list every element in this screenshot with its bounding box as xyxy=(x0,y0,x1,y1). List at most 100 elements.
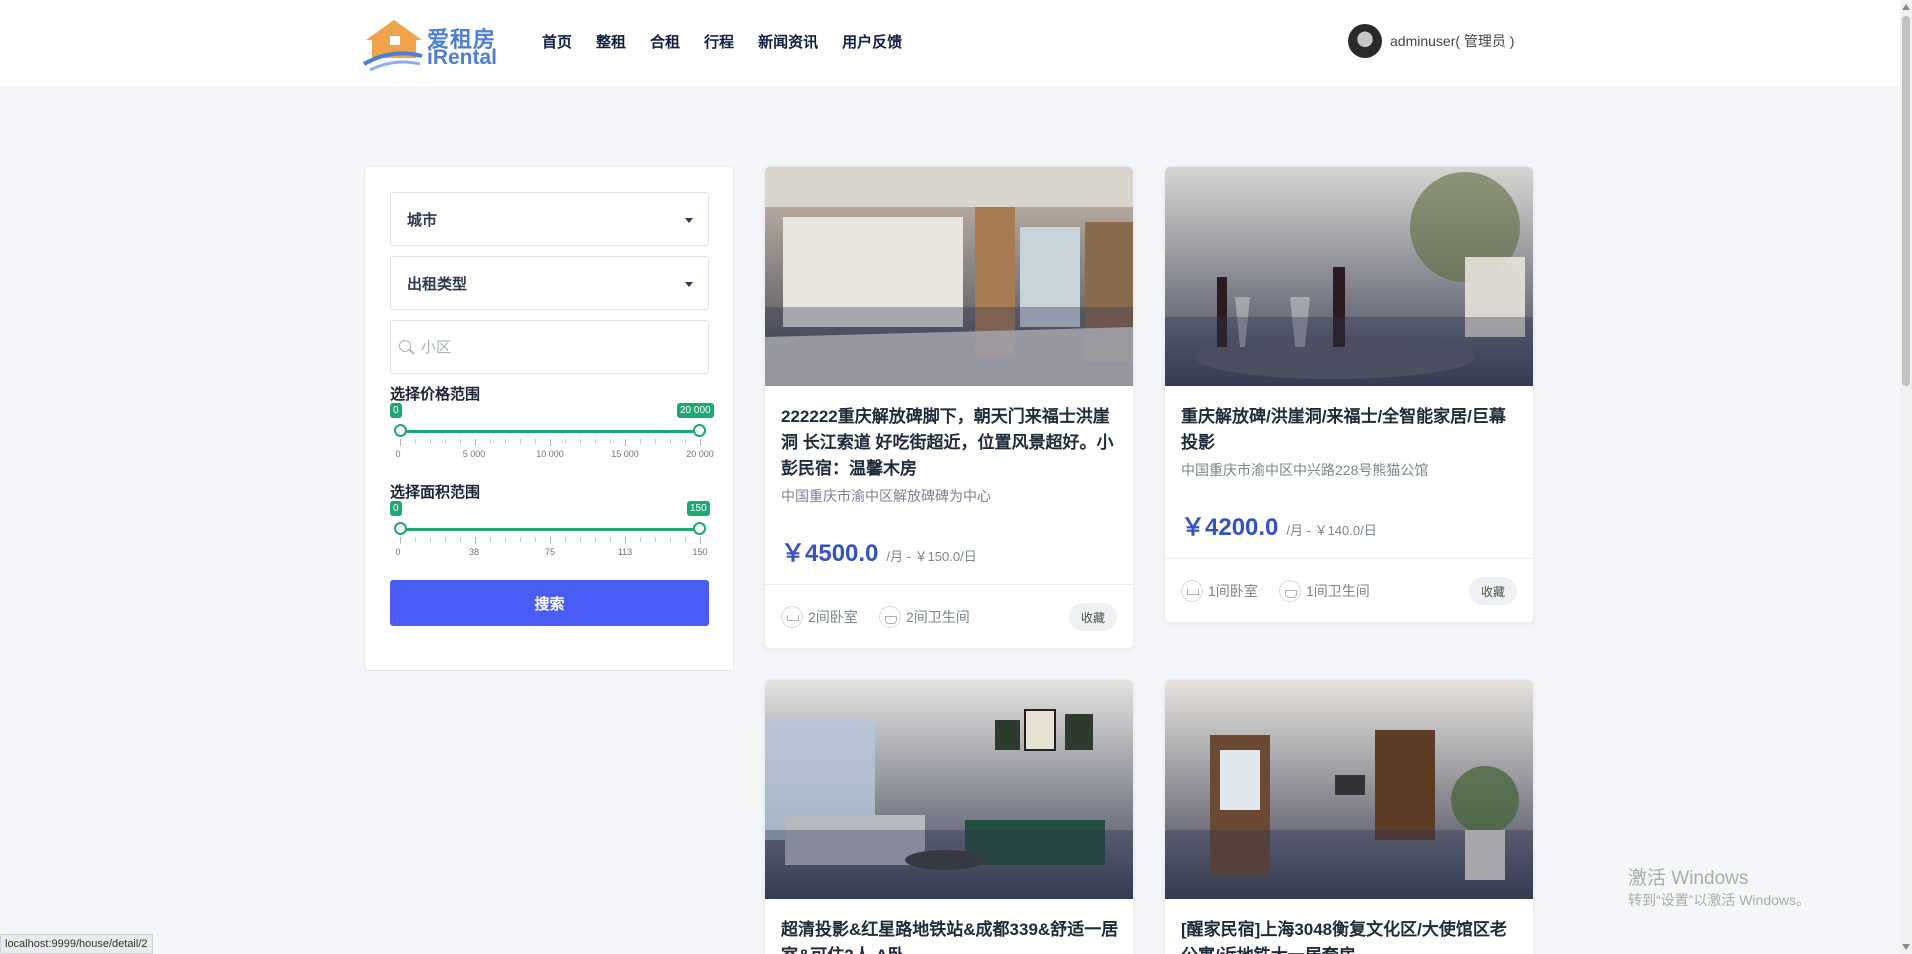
price-ticks xyxy=(400,439,701,447)
listing-card[interactable]: 222222重庆解放碑脚下，朝天门来福士洪崖洞 长江索道 好吃街超近，位置风景超… xyxy=(764,166,1134,649)
rent-type-select-label: 出租类型 xyxy=(407,275,468,293)
bathtub-icon xyxy=(1279,580,1301,602)
favorite-button[interactable]: 收藏 xyxy=(1068,603,1117,631)
nav-whole-rent[interactable]: 整租 xyxy=(596,31,626,52)
page-scrollbar[interactable] xyxy=(1900,0,1912,954)
bedroom-count: 2间卧室 xyxy=(781,606,858,628)
bathroom-label: 2间卫生间 xyxy=(906,609,970,625)
slider-tick xyxy=(670,439,671,444)
price-tick-label: 0 xyxy=(395,449,401,459)
price-min-tooltip: 0 xyxy=(390,403,402,418)
user-menu[interactable]: adminuser( 管理员 ) xyxy=(1348,24,1514,58)
slider-tick xyxy=(565,537,566,542)
listing-price-monthly: ￥4200.0 xyxy=(1181,514,1279,541)
slider-tick xyxy=(655,439,656,444)
area-range-track xyxy=(400,528,700,531)
rent-type-select[interactable]: 出租类型 xyxy=(390,256,709,310)
listing-title[interactable]: 重庆解放碑/洪崖洞/来福士/全智能家居/巨幕投影 xyxy=(1181,404,1521,456)
bedroom-label: 2间卧室 xyxy=(808,609,858,625)
nav-trips[interactable]: 行程 xyxy=(704,31,734,52)
slider-tick xyxy=(550,439,551,446)
price-tick-label: 20 000 xyxy=(686,449,714,459)
slider-tick xyxy=(595,537,596,542)
price-range-track xyxy=(400,430,700,433)
area-min-handle[interactable] xyxy=(394,522,407,535)
area-range-slider[interactable]: 0 150 0 38 75 113 150 xyxy=(390,501,710,561)
community-input[interactable] xyxy=(421,321,701,373)
slider-tick xyxy=(505,439,506,444)
slider-tick xyxy=(655,537,656,542)
logo[interactable]: 爱租房 iRental xyxy=(362,18,502,72)
slider-tick xyxy=(565,439,566,444)
listing-photo[interactable] xyxy=(1165,167,1533,386)
slider-tick xyxy=(400,537,401,544)
slider-tick xyxy=(640,537,641,542)
card-divider xyxy=(765,584,1133,585)
avatar[interactable] xyxy=(1348,24,1382,58)
listing-card[interactable]: 超清投影&红星路地铁站&成都339&舒适一居室&可住2人 A卧 xyxy=(764,679,1134,954)
nav-news[interactable]: 新闻资讯 xyxy=(758,31,818,52)
price-range-slider[interactable]: 0 20 000 0 5 000 10 000 15 000 20 000 xyxy=(390,403,714,463)
city-select[interactable]: 城市 xyxy=(390,192,709,246)
price-max-tooltip: 20 000 xyxy=(677,403,714,418)
slider-tick xyxy=(610,439,611,444)
favorite-button[interactable]: 收藏 xyxy=(1468,577,1517,605)
price-max-handle[interactable] xyxy=(693,424,706,437)
listing-photo[interactable] xyxy=(1165,680,1533,899)
listing-price: ￥4200.0 /月 - ￥140.0/日 xyxy=(1181,507,1377,542)
listing-title[interactable]: 222222重庆解放碑脚下，朝天门来福士洪崖洞 长江索道 好吃街超近，位置风景超… xyxy=(781,404,1121,482)
slider-tick xyxy=(700,439,701,446)
bathroom-count: 1间卫生间 xyxy=(1279,580,1370,602)
chevron-down-icon xyxy=(685,218,693,223)
listing-title[interactable]: [醒家民宿]上海3048衡复文化区/大使馆区老公寓/近地铁大一居套房 xyxy=(1181,917,1521,954)
community-search[interactable] xyxy=(390,320,709,374)
slider-tick xyxy=(580,439,581,444)
listing-photo[interactable] xyxy=(765,680,1133,899)
price-min-handle[interactable] xyxy=(394,424,407,437)
price-tick-label: 15 000 xyxy=(611,449,639,459)
slider-tick xyxy=(700,537,701,544)
search-button[interactable]: 搜索 xyxy=(390,580,709,626)
slider-tick xyxy=(520,537,521,542)
bathroom-label: 1间卫生间 xyxy=(1306,583,1370,599)
slider-tick xyxy=(460,537,461,542)
scroll-down-arrow-icon[interactable] xyxy=(1902,944,1910,950)
area-max-handle[interactable] xyxy=(693,522,706,535)
nav-shared-rent[interactable]: 合租 xyxy=(650,31,680,52)
listing-title[interactable]: 超清投影&红星路地铁站&成都339&舒适一居室&可住2人 A卧 xyxy=(781,917,1121,954)
city-select-label: 城市 xyxy=(407,211,438,229)
scroll-up-arrow-icon[interactable] xyxy=(1902,4,1910,10)
card-divider xyxy=(1165,558,1533,559)
nav-feedback[interactable]: 用户反馈 xyxy=(842,31,902,52)
area-tick-label: 38 xyxy=(468,547,480,557)
slider-tick xyxy=(505,537,506,542)
slider-tick xyxy=(685,439,686,444)
user-name[interactable]: adminuser( 管理员 ) xyxy=(1390,31,1514,51)
slider-tick xyxy=(610,537,611,542)
listing-photo[interactable] xyxy=(765,167,1133,386)
listing-address: 中国重庆市渝中区中兴路228号熊猫公馆 xyxy=(1181,462,1429,478)
main-nav: 首页 整租 合租 行程 新闻资讯 用户反馈 xyxy=(542,31,926,52)
area-range-title: 选择面积范围 xyxy=(390,484,481,501)
logo-text-en: iRental xyxy=(427,46,498,69)
area-tick-label: 150 xyxy=(692,547,708,557)
nav-home[interactable]: 首页 xyxy=(542,31,572,52)
slider-tick xyxy=(595,439,596,444)
price-tick-label: 10 000 xyxy=(536,449,564,459)
price-range-title: 选择价格范围 xyxy=(390,386,481,403)
listing-card[interactable]: [醒家民宿]上海3048衡复文化区/大使馆区老公寓/近地铁大一居套房 xyxy=(1164,679,1534,954)
listing-price-daily: /月 - ￥150.0/日 xyxy=(886,549,977,564)
activation-watermark-title: 激活 Windows xyxy=(1628,868,1749,889)
slider-tick xyxy=(430,439,431,444)
slider-tick xyxy=(535,537,536,542)
slider-tick xyxy=(415,537,416,542)
bedroom-count: 1间卧室 xyxy=(1181,580,1258,602)
scrollbar-thumb[interactable] xyxy=(1902,16,1910,386)
area-max-tooltip: 150 xyxy=(687,501,710,516)
slider-tick xyxy=(490,439,491,444)
bathtub-icon xyxy=(879,606,901,628)
listing-price-daily: /月 - ￥140.0/日 xyxy=(1286,523,1377,538)
slider-tick xyxy=(445,439,446,444)
slider-tick xyxy=(520,439,521,444)
listing-card[interactable]: 重庆解放碑/洪崖洞/来福士/全智能家居/巨幕投影 中国重庆市渝中区中兴路228号… xyxy=(1164,166,1534,623)
